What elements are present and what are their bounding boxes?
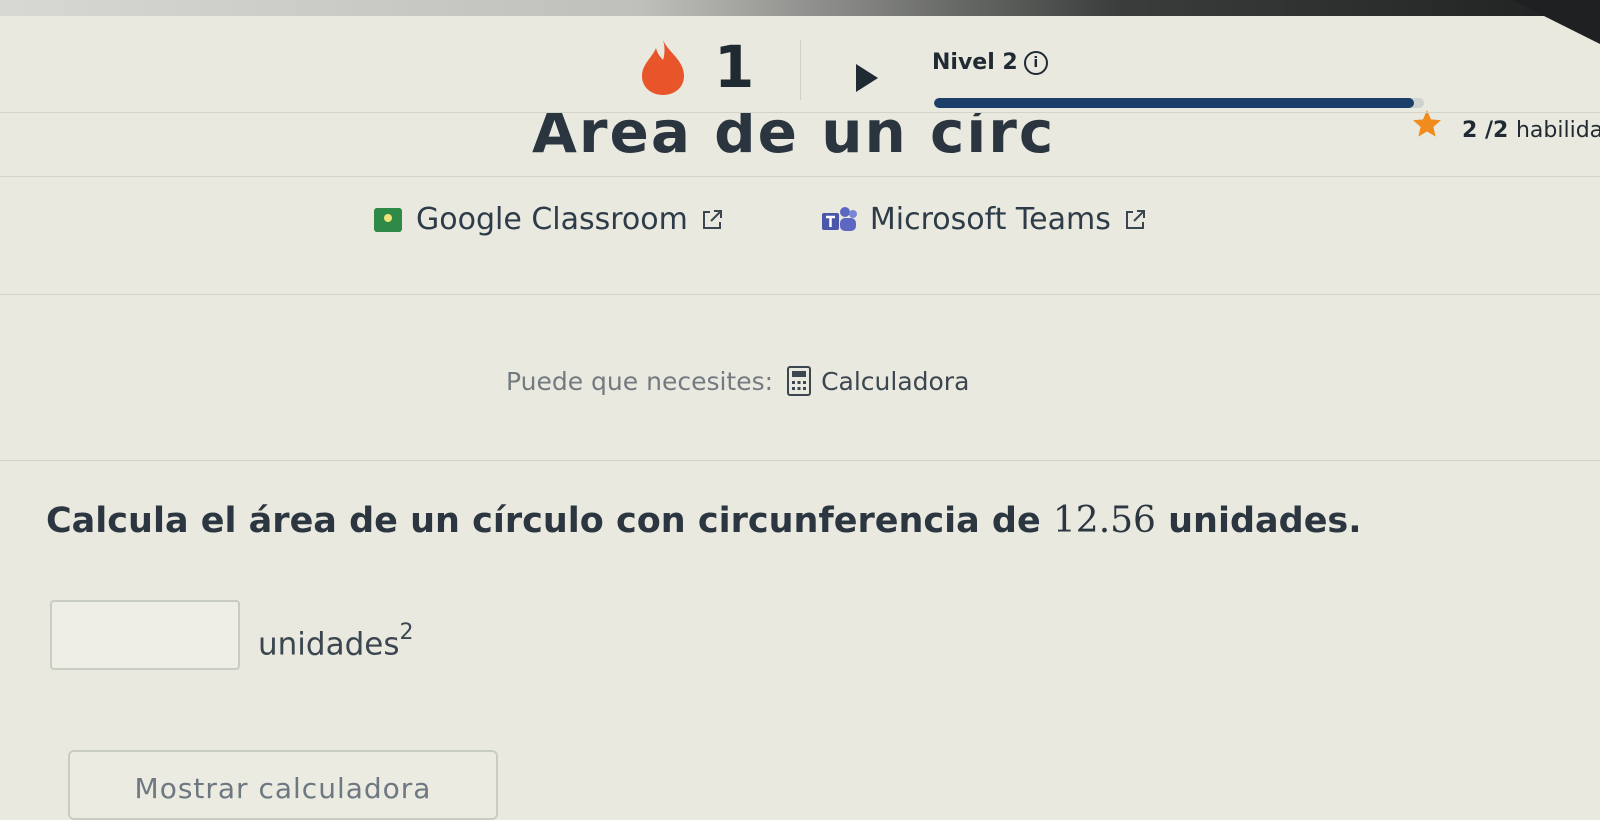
answer-unit-label: unidades — [258, 626, 400, 663]
divider — [0, 112, 1600, 113]
answer-input[interactable] — [52, 602, 238, 668]
exercise-header: 1 Nivel 2 i 2 /2 habilidad — [0, 0, 1600, 143]
skills-progress: 2 /2 habilidad — [1462, 118, 1600, 143]
google-classroom-link[interactable]: Google Classroom — [374, 202, 724, 237]
level-label: Nivel 2 — [932, 50, 1018, 75]
play-arrow-icon[interactable] — [856, 64, 878, 92]
question-value: 12.56 — [1052, 500, 1156, 541]
question-suffix: unidades. — [1168, 501, 1362, 541]
header-divider — [800, 40, 801, 100]
skills-suffix: habilidad — [1515, 118, 1600, 143]
microsoft-teams-link[interactable]: Microsoft Teams — [820, 202, 1147, 237]
microsoft-teams-label: Microsoft Teams — [869, 202, 1111, 237]
share-links: Google Classroom Microsoft Teams — [374, 202, 1147, 237]
page-title: Área de un círculo — [532, 112, 1052, 164]
streak-count: 1 — [714, 33, 755, 101]
answer-field[interactable] — [50, 600, 240, 670]
external-link-icon — [702, 209, 722, 229]
answer-unit-exponent: 2 — [399, 620, 414, 645]
calculator-icon — [787, 366, 812, 396]
external-link-icon — [1125, 209, 1145, 229]
flame-icon — [642, 40, 684, 95]
level-progress-fill — [934, 98, 1415, 108]
tools-hint-label: Puede que necesites: — [506, 366, 774, 396]
divider — [0, 176, 1600, 177]
answer-unit: unidades2 — [258, 620, 413, 663]
divider — [0, 294, 1600, 295]
page-title-wrapper: Área de un círculo — [532, 112, 1052, 164]
google-classroom-icon — [374, 207, 402, 232]
level-indicator: Nivel 2 i — [932, 50, 1048, 75]
question-prefix: Calcula el área de un círculo con circun… — [46, 501, 1041, 541]
google-classroom-label: Google Classroom — [416, 202, 688, 237]
show-calculator-button[interactable]: Mostrar calculadora — [68, 750, 498, 820]
level-progress-bar — [934, 98, 1424, 108]
question-text: Calcula el área de un círculo con circun… — [46, 500, 1362, 541]
skills-count: 2 /2 — [1462, 118, 1509, 143]
calculator-tool-label[interactable]: Calculadora — [821, 367, 969, 396]
streak-counter: 1 — [638, 38, 754, 96]
info-icon[interactable]: i — [1023, 50, 1048, 75]
microsoft-teams-icon — [821, 206, 857, 231]
divider — [0, 460, 1600, 461]
tools-hint: Puede que necesites: Calculadora — [506, 366, 969, 396]
